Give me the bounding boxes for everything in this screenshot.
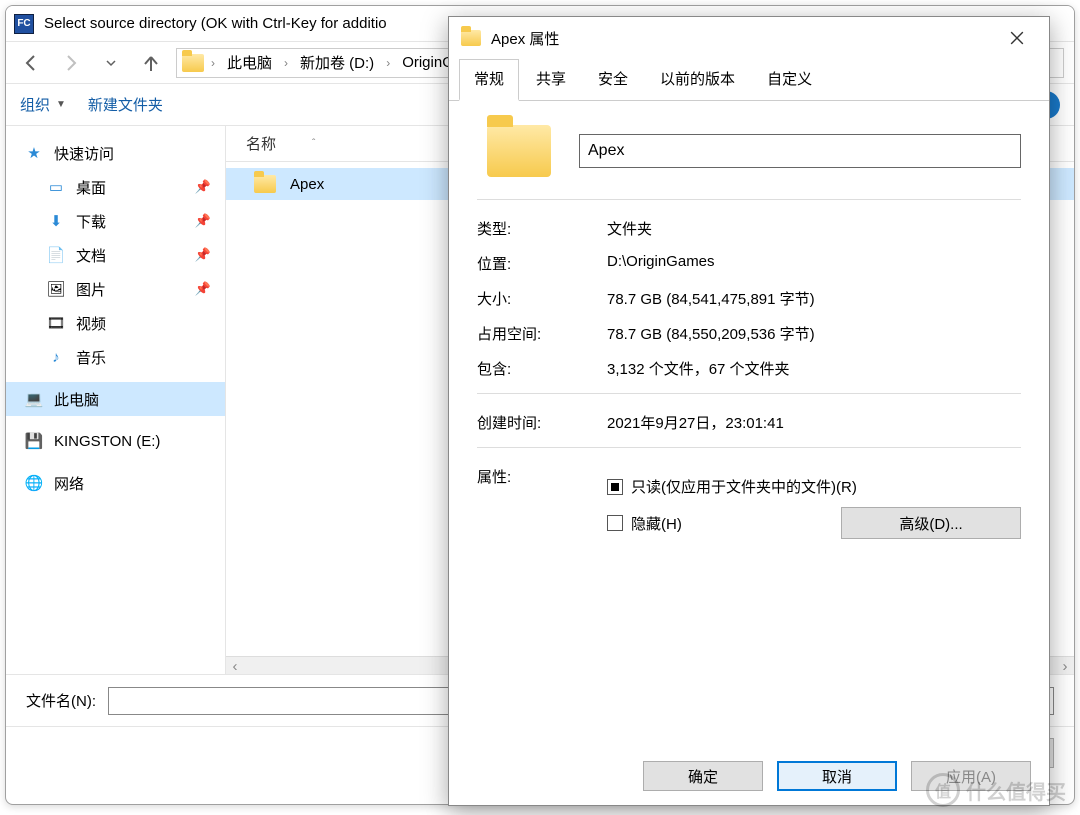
value-type: 文件夹 xyxy=(607,218,1021,239)
props-cancel-button[interactable]: 取消 xyxy=(777,761,897,791)
star-icon: ★ xyxy=(24,144,44,162)
app-icon: FC xyxy=(14,14,34,34)
value-contains: 3,132 个文件，67 个文件夹 xyxy=(607,358,1021,379)
sort-indicator-icon: ˆ xyxy=(312,138,315,149)
sidebar-documents[interactable]: 📄 文档 📌 xyxy=(6,238,225,272)
scroll-left-icon[interactable]: ‹ xyxy=(226,657,244,675)
nav-back-button[interactable] xyxy=(16,48,46,78)
network-icon: 🌐 xyxy=(24,474,44,492)
pin-icon: 📌 xyxy=(195,179,211,195)
organize-label: 组织 xyxy=(20,94,50,115)
music-icon: ♪ xyxy=(46,349,66,366)
nav-up-button[interactable] xyxy=(136,48,166,78)
sidebar-label: 文档 xyxy=(76,245,106,266)
separator xyxy=(477,393,1021,394)
drive-icon: 💾 xyxy=(24,432,44,450)
video-icon: 🎞 xyxy=(46,314,66,332)
sidebar-label: 桌面 xyxy=(76,177,106,198)
sidebar-label: KINGSTON (E:) xyxy=(54,433,160,450)
chevron-right-icon: › xyxy=(207,56,219,70)
chevron-right-icon: › xyxy=(280,56,292,70)
label-size: 大小: xyxy=(477,288,607,309)
nav-forward-button[interactable] xyxy=(56,48,86,78)
props-tabs: 常规 共享 安全 以前的版本 自定义 xyxy=(449,59,1049,101)
tab-customize[interactable]: 自定义 xyxy=(752,59,827,101)
watermark: 值 什么值得买 xyxy=(926,773,1066,807)
document-icon: 📄 xyxy=(46,246,66,264)
tab-sharing[interactable]: 共享 xyxy=(521,59,581,101)
value-size-on-disk: 78.7 GB (84,550,209,536 字节) xyxy=(607,323,1021,344)
tab-security[interactable]: 安全 xyxy=(583,59,643,101)
chevron-right-icon: › xyxy=(382,56,394,70)
label-attributes: 属性: xyxy=(477,466,607,549)
sidebar-label: 快速访问 xyxy=(54,143,114,164)
watermark-text: 什么值得买 xyxy=(966,776,1066,805)
hidden-checkbox[interactable] xyxy=(607,515,623,531)
sidebar-music[interactable]: ♪ 音乐 xyxy=(6,340,225,374)
watermark-badge: 值 xyxy=(926,773,960,807)
tab-general[interactable]: 常规 xyxy=(459,59,519,101)
properties-dialog: Apex 属性 常规 共享 安全 以前的版本 自定义 类型:文件夹 位置:D:\… xyxy=(448,16,1050,806)
pin-icon: 📌 xyxy=(195,247,211,263)
sidebar-drive-e[interactable]: 💾 KINGSTON (E:) xyxy=(6,424,225,458)
sidebar-label: 视频 xyxy=(76,313,106,334)
sidebar-label: 音乐 xyxy=(76,347,106,368)
value-created: 2021年9月27日，23:01:41 xyxy=(607,412,1021,433)
advanced-button[interactable]: 高级(D)... xyxy=(841,507,1021,539)
readonly-label: 只读(仅应用于文件夹中的文件)(R) xyxy=(631,476,857,497)
sidebar-label: 网络 xyxy=(54,473,84,494)
sidebar-desktop[interactable]: ▭ 桌面 📌 xyxy=(6,170,225,204)
pin-icon: 📌 xyxy=(195,213,211,229)
sidebar-pictures[interactable]: 🖼 图片 📌 xyxy=(6,272,225,306)
download-icon: ⬇ xyxy=(46,212,66,230)
label-size-on-disk: 占用空间: xyxy=(477,323,607,344)
dropdown-icon: ▼ xyxy=(56,99,66,110)
sidebar-label: 图片 xyxy=(76,279,106,300)
pin-icon: 📌 xyxy=(195,281,211,297)
label-contains: 包含: xyxy=(477,358,607,379)
folder-icon xyxy=(461,30,481,46)
folder-icon xyxy=(254,175,276,193)
sidebar-network[interactable]: 🌐 网络 xyxy=(6,466,225,500)
sidebar-label: 此电脑 xyxy=(54,389,99,410)
props-title: Apex 属性 xyxy=(491,28,987,49)
scroll-right-icon[interactable]: › xyxy=(1056,657,1074,675)
separator xyxy=(477,447,1021,448)
sidebar: ★ 快速访问 ▭ 桌面 📌 ⬇ 下载 📌 📄 文档 📌 🖼 图片 📌 🎞 视频 ♪ 音乐 💻 此电脑 💾… xyxy=(6,126,226,674)
props-ok-button[interactable]: 确定 xyxy=(643,761,763,791)
pc-icon: 💻 xyxy=(24,390,44,408)
desktop-icon: ▭ xyxy=(46,178,66,196)
sidebar-quick-access[interactable]: ★ 快速访问 xyxy=(6,136,225,170)
folder-name-input[interactable] xyxy=(579,134,1021,168)
organize-menu[interactable]: 组织 ▼ xyxy=(20,94,66,115)
sidebar-label: 下载 xyxy=(76,211,106,232)
separator xyxy=(477,199,1021,200)
value-location: D:\OriginGames xyxy=(607,253,1021,274)
column-name: 名称 xyxy=(246,133,276,154)
tab-previous-versions[interactable]: 以前的版本 xyxy=(645,59,750,101)
hidden-label: 隐藏(H) xyxy=(631,513,682,534)
list-item-label: Apex xyxy=(290,176,324,193)
props-close-button[interactable] xyxy=(997,23,1037,53)
folder-icon xyxy=(181,54,205,72)
sidebar-downloads[interactable]: ⬇ 下载 📌 xyxy=(6,204,225,238)
props-titlebar: Apex 属性 xyxy=(449,17,1049,59)
value-size: 78.7 GB (84,541,475,891 字节) xyxy=(607,288,1021,309)
breadcrumb-item[interactable]: 新加卷 (D:) xyxy=(294,50,380,75)
breadcrumb-item[interactable]: 此电脑 xyxy=(221,50,278,75)
sidebar-this-pc[interactable]: 💻 此电脑 xyxy=(6,382,225,416)
filename-label: 文件名(N): xyxy=(26,690,96,711)
pictures-icon: 🖼 xyxy=(46,280,66,298)
new-folder-button[interactable]: 新建文件夹 xyxy=(88,94,163,115)
folder-large-icon xyxy=(487,125,551,177)
nav-recent-dropdown[interactable] xyxy=(96,48,126,78)
label-created: 创建时间: xyxy=(477,412,607,433)
sidebar-videos[interactable]: 🎞 视频 xyxy=(6,306,225,340)
label-location: 位置: xyxy=(477,253,607,274)
readonly-checkbox[interactable] xyxy=(607,479,623,495)
label-type: 类型: xyxy=(477,218,607,239)
